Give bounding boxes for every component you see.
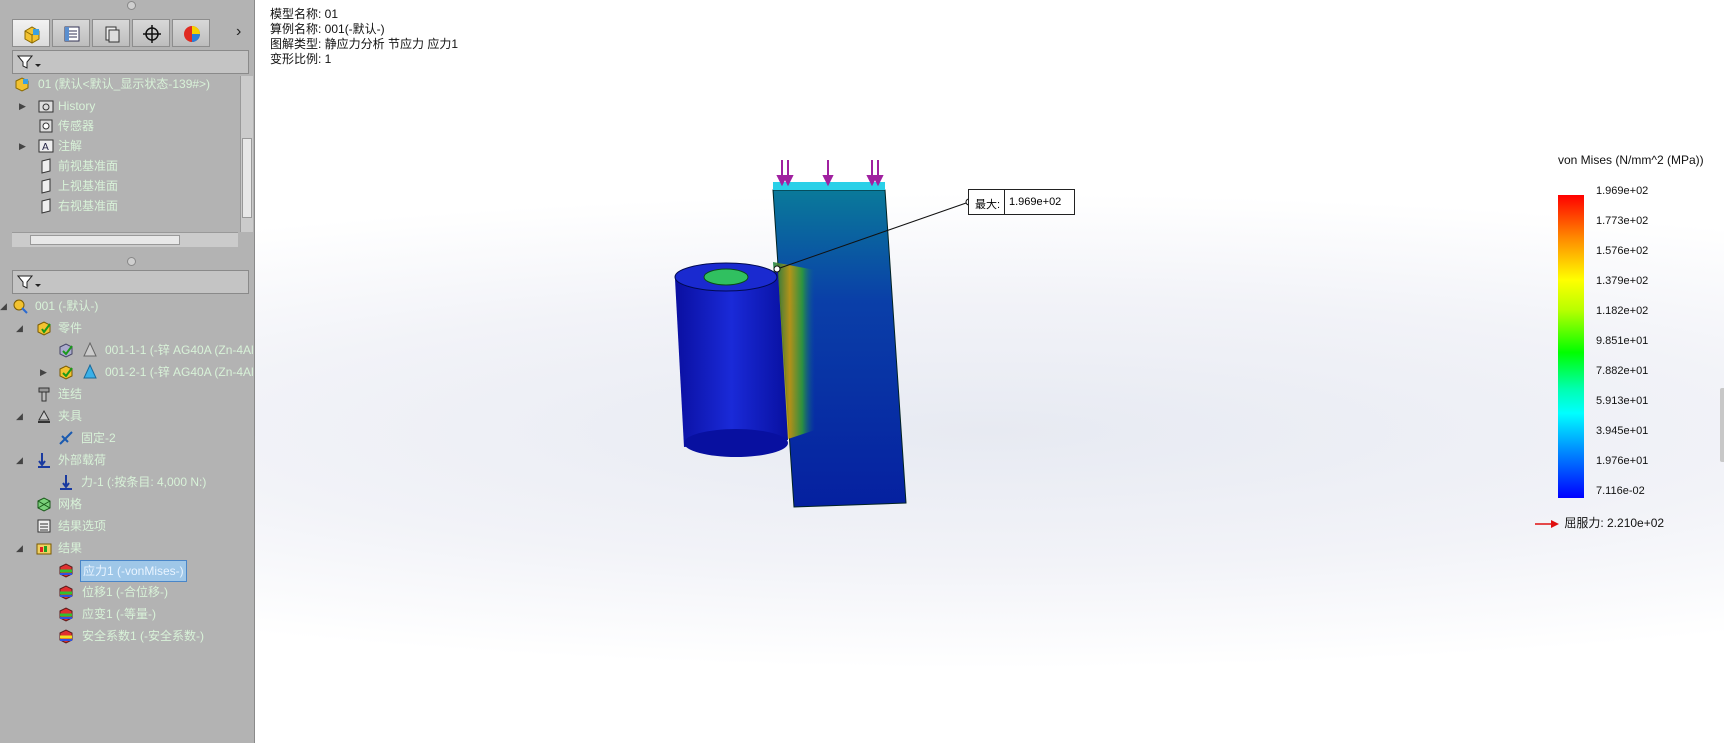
manager-tabs: › <box>12 19 250 49</box>
legend-title: von Mises (N/mm^2 (MPa)) <box>1558 153 1704 167</box>
legend-tick-label: 1.576e+02 <box>1596 245 1649 257</box>
yield-strength-label: 屈服力: 2.210e+02 <box>1535 514 1664 531</box>
tree-filter-simulation[interactable] <box>12 270 249 294</box>
legend-tick-label: 1.976e+01 <box>1596 455 1649 467</box>
fixture-icon <box>38 409 50 423</box>
collapse-arrow-icon[interactable]: ◢ <box>0 296 10 316</box>
material-cone-icon <box>83 364 97 379</box>
displacement-plot-icon <box>59 585 73 600</box>
filter-icon <box>17 55 41 69</box>
deformation-scale-label: 变形比例: 1 <box>270 52 332 66</box>
parts-icon <box>37 321 51 336</box>
tab-feature-manager[interactable] <box>12 19 50 47</box>
crosshair-icon <box>143 25 161 43</box>
collapse-arrow-icon[interactable]: ◢ <box>16 318 26 338</box>
legend-tick-label: 1.969e+02 <box>1596 185 1649 197</box>
legend-colorbar[interactable] <box>1558 195 1584 498</box>
part-check-icon <box>59 343 73 358</box>
legend-tick-label: 5.913e+01 <box>1596 395 1649 407</box>
max-probe-value: 1.969e+02 <box>1009 196 1062 208</box>
panel-splitter-top[interactable] <box>0 0 254 10</box>
sensor-icon <box>39 119 53 133</box>
strain-plot-icon <box>59 607 73 622</box>
yield-strength-value: 屈服力: 2.210e+02 <box>1564 516 1665 530</box>
expand-arrow-icon[interactable]: ▶ <box>19 136 29 156</box>
property-list-icon <box>64 26 80 42</box>
feature-manager-panel: › 01 (默认<默认_显示状态-139#>) ▶ History 传感器 ▶ … <box>0 0 255 743</box>
part-check-icon <box>59 365 73 380</box>
scroll-thumb[interactable] <box>242 138 252 218</box>
force-arrow-icon <box>60 475 72 490</box>
study-icon <box>13 299 28 314</box>
legend-tick-label: 3.945e+01 <box>1596 425 1649 437</box>
legend-tick-label: 1.182e+02 <box>1596 305 1649 317</box>
annotation-icon: A <box>38 139 54 153</box>
tabs-more-chevron-icon[interactable]: › <box>236 23 241 41</box>
collapse-arrow-icon[interactable]: ◢ <box>16 538 26 558</box>
model-name-label: 模型名称: 01 <box>270 7 339 21</box>
part-icon <box>24 26 40 44</box>
tree-horizontal-scrollbar[interactable] <box>12 232 238 247</box>
result-options-icon <box>37 519 51 533</box>
appearance-ball-icon <box>184 26 200 42</box>
panel-splitter-middle[interactable] <box>0 256 254 266</box>
mesh-icon <box>37 497 51 512</box>
legend-tick-label: 1.773e+02 <box>1596 215 1649 227</box>
legend-tick-label: 9.851e+01 <box>1596 335 1649 347</box>
history-folder-icon <box>38 100 54 113</box>
part-icon <box>15 77 29 92</box>
filter-icon <box>17 275 41 289</box>
fixed-geometry-icon <box>59 431 73 445</box>
legend-tick-label: 7.116e-02 <box>1596 485 1645 497</box>
tree-filter-top[interactable] <box>12 50 249 74</box>
material-cone-icon <box>83 342 97 357</box>
legend-tick-label: 1.379e+02 <box>1596 275 1649 287</box>
expand-arrow-icon[interactable]: ▶ <box>19 96 29 116</box>
stress-model-render <box>674 160 973 508</box>
max-probe-key: 最大: <box>975 199 1001 211</box>
stress-plot-icon <box>59 563 73 578</box>
task-pane-handle[interactable] <box>1720 388 1724 462</box>
plot-type-label: 图解类型: 静应力分析 节应力 应力1 <box>270 37 459 51</box>
study-name-label: 算例名称: 001(-默认-) <box>270 22 385 36</box>
tree-vertical-scrollbar[interactable] <box>240 76 253 232</box>
graphics-viewport[interactable] <box>255 0 1724 743</box>
plot-info-block: 模型名称: 01 算例名称: 001(-默认-) 图解类型: 静应力分析 节应力… <box>270 7 458 67</box>
expand-arrow-icon[interactable]: ▶ <box>40 362 50 382</box>
plane-icon <box>41 178 51 194</box>
configuration-icon <box>105 26 120 43</box>
scroll-thumb[interactable] <box>30 235 180 245</box>
collapse-arrow-icon[interactable]: ◢ <box>16 406 26 426</box>
results-folder-icon <box>36 543 52 555</box>
tab-configuration-manager[interactable] <box>92 19 130 47</box>
collapse-arrow-icon[interactable]: ◢ <box>16 450 26 470</box>
max-probe-box[interactable]: 最大: 1.969e+02 <box>968 189 1075 215</box>
yield-arrow-icon <box>1535 519 1559 528</box>
svg-text:A: A <box>42 142 49 153</box>
legend-tick-label: 7.882e+01 <box>1596 365 1649 377</box>
tab-display-manager[interactable] <box>172 19 210 47</box>
tab-property-manager[interactable] <box>52 19 90 47</box>
connection-bolt-icon <box>38 387 50 402</box>
tab-dimxpert[interactable] <box>132 19 170 47</box>
safety-factor-plot-icon <box>59 629 73 644</box>
load-arrow-icon <box>38 453 50 468</box>
plane-icon <box>41 198 51 214</box>
plane-icon <box>41 158 51 174</box>
